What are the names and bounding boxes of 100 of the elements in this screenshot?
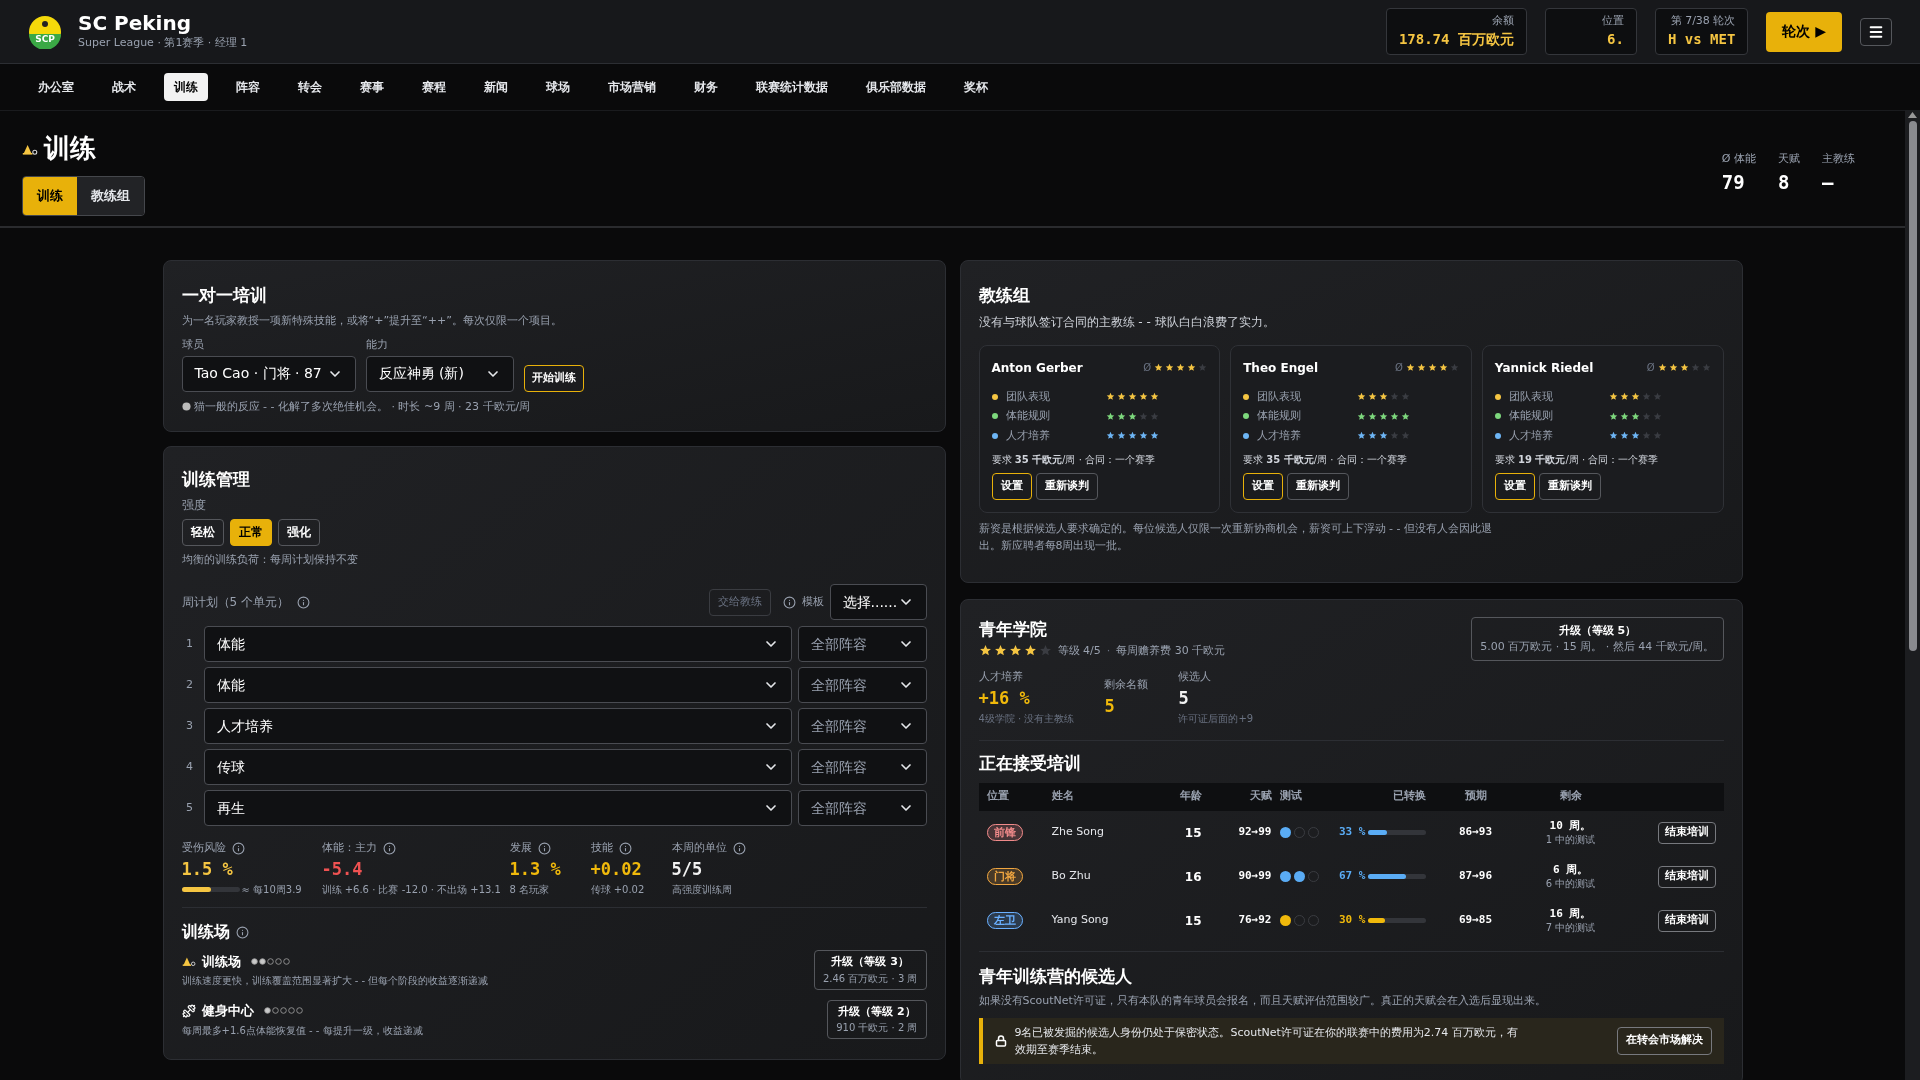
section-title: 训练管理 — [181, 468, 251, 491]
set-button[interactable]: 设置 — [1494, 473, 1535, 500]
star-icon — [1176, 363, 1186, 372]
projected-rating: 87→96 — [1457, 868, 1494, 885]
handoff-button[interactable]: 交给教练 — [708, 588, 771, 616]
nav-tab[interactable]: 俱乐部数据 — [856, 73, 936, 101]
info-icon[interactable] — [382, 841, 396, 855]
star-icon — [1138, 392, 1148, 402]
upgrade-button[interactable]: 升级（等级 5） 5.00 百万欧元 · 15 周。 · 然后 44 千欧元/周。 — [1471, 617, 1724, 661]
nav-tab[interactable]: 训练 — [164, 73, 208, 101]
metric-note: ≈ 每10周3.9 — [241, 883, 302, 897]
nav-tab[interactable]: 转会 — [288, 73, 332, 101]
nav-tab[interactable]: 联赛统计数据 — [746, 73, 838, 101]
remaining-weeks: 10 周。 — [1549, 818, 1592, 833]
nav-tab[interactable]: 阵容 — [226, 73, 270, 101]
star-icon — [1138, 411, 1148, 421]
star-icon — [1105, 392, 1115, 402]
template-select[interactable]: 选择...... — [829, 584, 927, 620]
star-icon — [1608, 431, 1618, 441]
focus-select[interactable]: 体能 — [203, 626, 792, 662]
nav-tab[interactable]: 新闻 — [474, 73, 518, 101]
upgrade-button[interactable]: 升级（等级 2） 910 千欧元 · 2 周 — [827, 999, 927, 1039]
scrollbar-thumb[interactable] — [1908, 121, 1917, 651]
nav-tab[interactable]: 赛事 — [350, 73, 394, 101]
info-icon[interactable] — [231, 841, 245, 855]
summary-label: Ø 体能 — [1721, 151, 1756, 167]
nav-tab[interactable]: 球场 — [536, 73, 580, 101]
ability-select[interactable]: 反应神勇 (新) — [365, 355, 514, 392]
nav-tab[interactable]: 赛程 — [412, 73, 456, 101]
metric-label: 技能 — [590, 840, 613, 856]
summary-value: – — [1822, 169, 1835, 195]
section-description: 为一名玩家教授一项新特殊技能，或将“+”提升至“++”。每次仅限一个项目。 — [181, 312, 563, 329]
academy-level: 等级 4/5 — [1057, 642, 1101, 659]
group-select[interactable]: 全部阵容 — [797, 667, 927, 703]
position-badge: 左卫 — [986, 912, 1023, 930]
set-button[interactable]: 设置 — [991, 473, 1032, 500]
group-select[interactable]: 全部阵容 — [797, 749, 927, 785]
star-icon — [1401, 392, 1411, 402]
info-icon[interactable] — [618, 841, 632, 855]
end-training-button[interactable]: 结束培训 — [1657, 821, 1716, 844]
star-icon — [1630, 411, 1640, 421]
skill-label: 团队表现 — [1005, 388, 1051, 405]
group-select[interactable]: 全部阵容 — [797, 790, 927, 826]
next-round-button[interactable]: 轮次 ▶ — [1766, 11, 1842, 52]
start-training-button[interactable]: 开始训练 — [523, 364, 584, 392]
intensity-option[interactable]: 轻松 — [181, 518, 224, 546]
nav-tab[interactable]: 办公室 — [28, 73, 84, 101]
star-icon — [1116, 431, 1126, 441]
player-name: Zhe Song — [1051, 824, 1105, 841]
nav-tab[interactable]: 奖杯 — [954, 73, 998, 101]
nav-tab[interactable]: 市场营销 — [598, 73, 666, 101]
star-icon — [1149, 411, 1159, 421]
player-select[interactable]: Tao Cao · 门将 · 87 — [181, 355, 356, 392]
stat-value: H vs MET — [1667, 30, 1736, 50]
metric-label: 本周的单位 — [671, 840, 727, 856]
set-button[interactable]: 设置 — [1243, 473, 1284, 500]
rating-label: Ø — [1143, 361, 1152, 375]
focus-select[interactable]: 再生 — [203, 790, 792, 826]
renegotiate-button[interactable]: 重新谈判 — [1287, 473, 1350, 500]
star-icon — [1379, 392, 1389, 402]
field-label: 能力 — [365, 337, 389, 353]
end-training-button[interactable]: 结束培训 — [1657, 865, 1716, 888]
info-icon[interactable] — [782, 595, 796, 609]
column-header: 天赋 — [1248, 788, 1272, 805]
resolve-button[interactable]: 在转会市场解决 — [1616, 1026, 1712, 1055]
star-icon — [1449, 363, 1459, 372]
separator: · — [1106, 642, 1111, 659]
stat-label: 第 7/38 轮次 — [1670, 12, 1736, 29]
scroll-up-icon[interactable] — [1908, 112, 1917, 118]
player-talent: 76→92 — [1237, 912, 1272, 929]
scrollbar[interactable] — [1905, 110, 1920, 1080]
focus-select[interactable]: 人才培养 — [203, 708, 792, 744]
info-icon[interactable] — [235, 925, 249, 939]
section-title: 一对一培训 — [181, 284, 268, 307]
info-icon[interactable] — [732, 841, 746, 855]
template-label: 模板 — [801, 593, 824, 610]
star-icon — [1008, 644, 1022, 658]
metric-label: 受伤风险 — [181, 840, 226, 856]
end-training-button[interactable]: 结束培训 — [1657, 909, 1716, 932]
group-select[interactable]: 全部阵容 — [797, 708, 927, 744]
upgrade-button[interactable]: 升级（等级 3） 2.46 百万欧元 · 3 周 — [813, 950, 927, 990]
page-tab[interactable]: 教练组 — [77, 177, 144, 215]
star-icon — [1427, 363, 1437, 372]
section-title: 训练场 — [181, 921, 230, 943]
group-select[interactable]: 全部阵容 — [797, 626, 927, 662]
nav-tab[interactable]: 战术 — [102, 73, 146, 101]
page-tab[interactable]: 训练 — [23, 177, 77, 215]
info-icon[interactable] — [537, 841, 551, 855]
renegotiate-button[interactable]: 重新谈判 — [1538, 473, 1601, 500]
intensity-option[interactable]: 正常 — [229, 518, 272, 546]
star-icon — [1127, 431, 1137, 441]
focus-select[interactable]: 传球 — [203, 749, 792, 785]
nav-tab[interactable]: 财务 — [684, 73, 728, 101]
star-icon — [1619, 431, 1629, 441]
info-icon[interactable] — [296, 595, 310, 609]
focus-select[interactable]: 体能 — [203, 667, 792, 703]
intensity-option[interactable]: 强化 — [277, 518, 320, 546]
stat-note: 4级学院 · 没有主教练 — [978, 712, 1075, 726]
renegotiate-button[interactable]: 重新谈判 — [1035, 473, 1098, 500]
menu-button[interactable] — [1860, 17, 1892, 46]
